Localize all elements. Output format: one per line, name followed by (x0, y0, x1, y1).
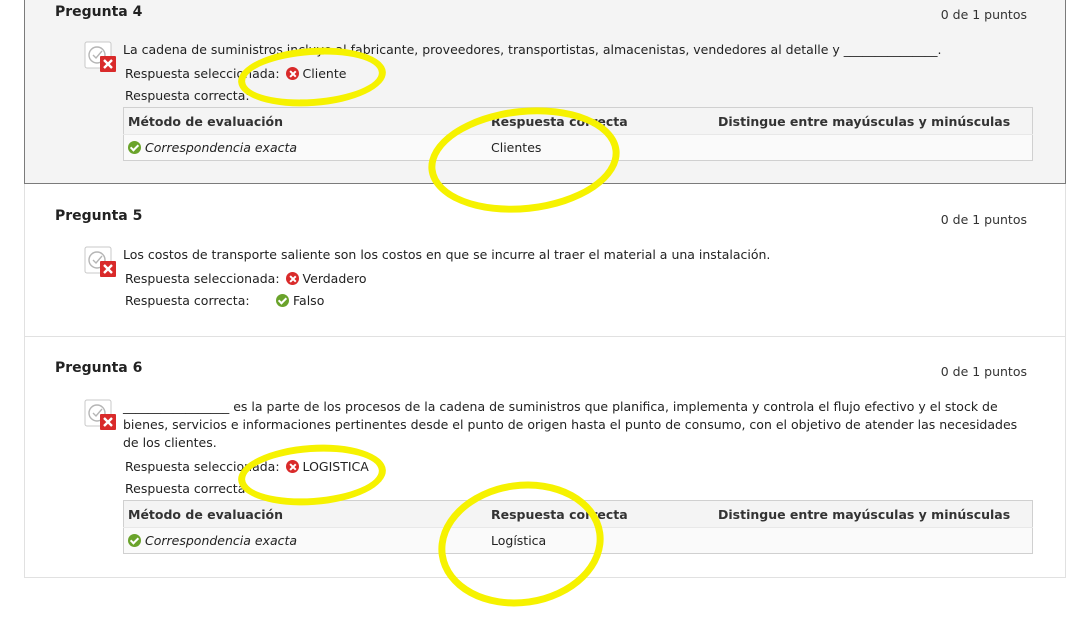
correct-answer-cell: Logística (487, 527, 714, 554)
question-text: Los costos de transporte saliente son lo… (123, 247, 771, 262)
question-text: _________________ es la parte de los pro… (123, 399, 1018, 450)
header-correct-answer: Respuesta correcta (487, 107, 714, 135)
method-cell: Correspondencia exacta (123, 134, 487, 161)
correct-answer-value: Falso (293, 293, 325, 308)
selected-answer-value: LOGISTICA (302, 459, 369, 474)
incorrect-question-icon (83, 40, 118, 74)
correct-answer-row: Respuesta correcta: Falso (125, 292, 324, 310)
selected-answer-row: Respuesta seleccionada: LOGISTICA (125, 458, 369, 476)
header-case-sensitive: Distingue entre mayúsculas y minúsculas (714, 107, 1033, 135)
x-circle-icon (285, 67, 299, 80)
question-title: Pregunta 6 (55, 360, 143, 376)
case-sensitive-cell (714, 134, 1033, 161)
question-5: Pregunta 5 0 de 1 puntos Los costos de t… (24, 184, 1066, 337)
question-points: 0 de 1 puntos (940, 364, 1027, 379)
selected-answer-value: Cliente (302, 66, 347, 81)
incorrect-question-icon (83, 245, 118, 279)
question-title: Pregunta 4 (55, 4, 143, 20)
case-sensitive-cell (714, 527, 1033, 554)
selected-answer-value: Verdadero (302, 271, 367, 286)
selected-answer-row: Respuesta seleccionada: Verdadero (125, 270, 366, 288)
question-points: 0 de 1 puntos (940, 212, 1027, 227)
correct-answer-cell: Clientes (487, 134, 714, 161)
method-cell: Correspondencia exacta (123, 527, 487, 554)
correct-answer-label: Respuesta correcta: (125, 481, 250, 496)
correct-answer-label: Respuesta correcta: (125, 293, 250, 308)
question-text: La cadena de suministros incluye al fabr… (123, 42, 942, 57)
selected-answer-label: Respuesta seleccionada: (125, 459, 280, 474)
x-circle-icon (285, 272, 299, 285)
header-correct-answer: Respuesta correcta (487, 500, 714, 528)
answer-table: Método de evaluación Respuesta correcta … (123, 107, 1033, 161)
method-value: Correspondencia exacta (145, 140, 298, 155)
header-method: Método de evaluación (123, 500, 487, 528)
correct-answer-row: Respuesta correcta: (125, 480, 250, 498)
question-title: Pregunta 5 (55, 208, 143, 224)
check-circle-icon (128, 534, 141, 547)
incorrect-question-icon (83, 398, 118, 432)
question-points: 0 de 1 puntos (940, 7, 1027, 22)
question-6: Pregunta 6 0 de 1 puntos _______________… (24, 337, 1066, 578)
check-circle-icon (276, 294, 289, 307)
method-value: Correspondencia exacta (145, 533, 298, 548)
check-circle-icon (128, 141, 141, 154)
correct-answer-label: Respuesta correcta: (125, 88, 250, 103)
selected-answer-label: Respuesta seleccionada: (125, 271, 280, 286)
correct-answer-row: Respuesta correcta: (125, 87, 250, 105)
header-case-sensitive: Distingue entre mayúsculas y minúsculas (714, 500, 1033, 528)
selected-answer-label: Respuesta seleccionada: (125, 66, 280, 81)
question-4: Pregunta 4 0 de 1 puntos La cadena de su… (24, 0, 1066, 184)
header-method: Método de evaluación (123, 107, 487, 135)
x-circle-icon (285, 460, 299, 473)
answer-table: Método de evaluación Respuesta correcta … (123, 500, 1033, 554)
selected-answer-row: Respuesta seleccionada: Cliente (125, 65, 346, 83)
